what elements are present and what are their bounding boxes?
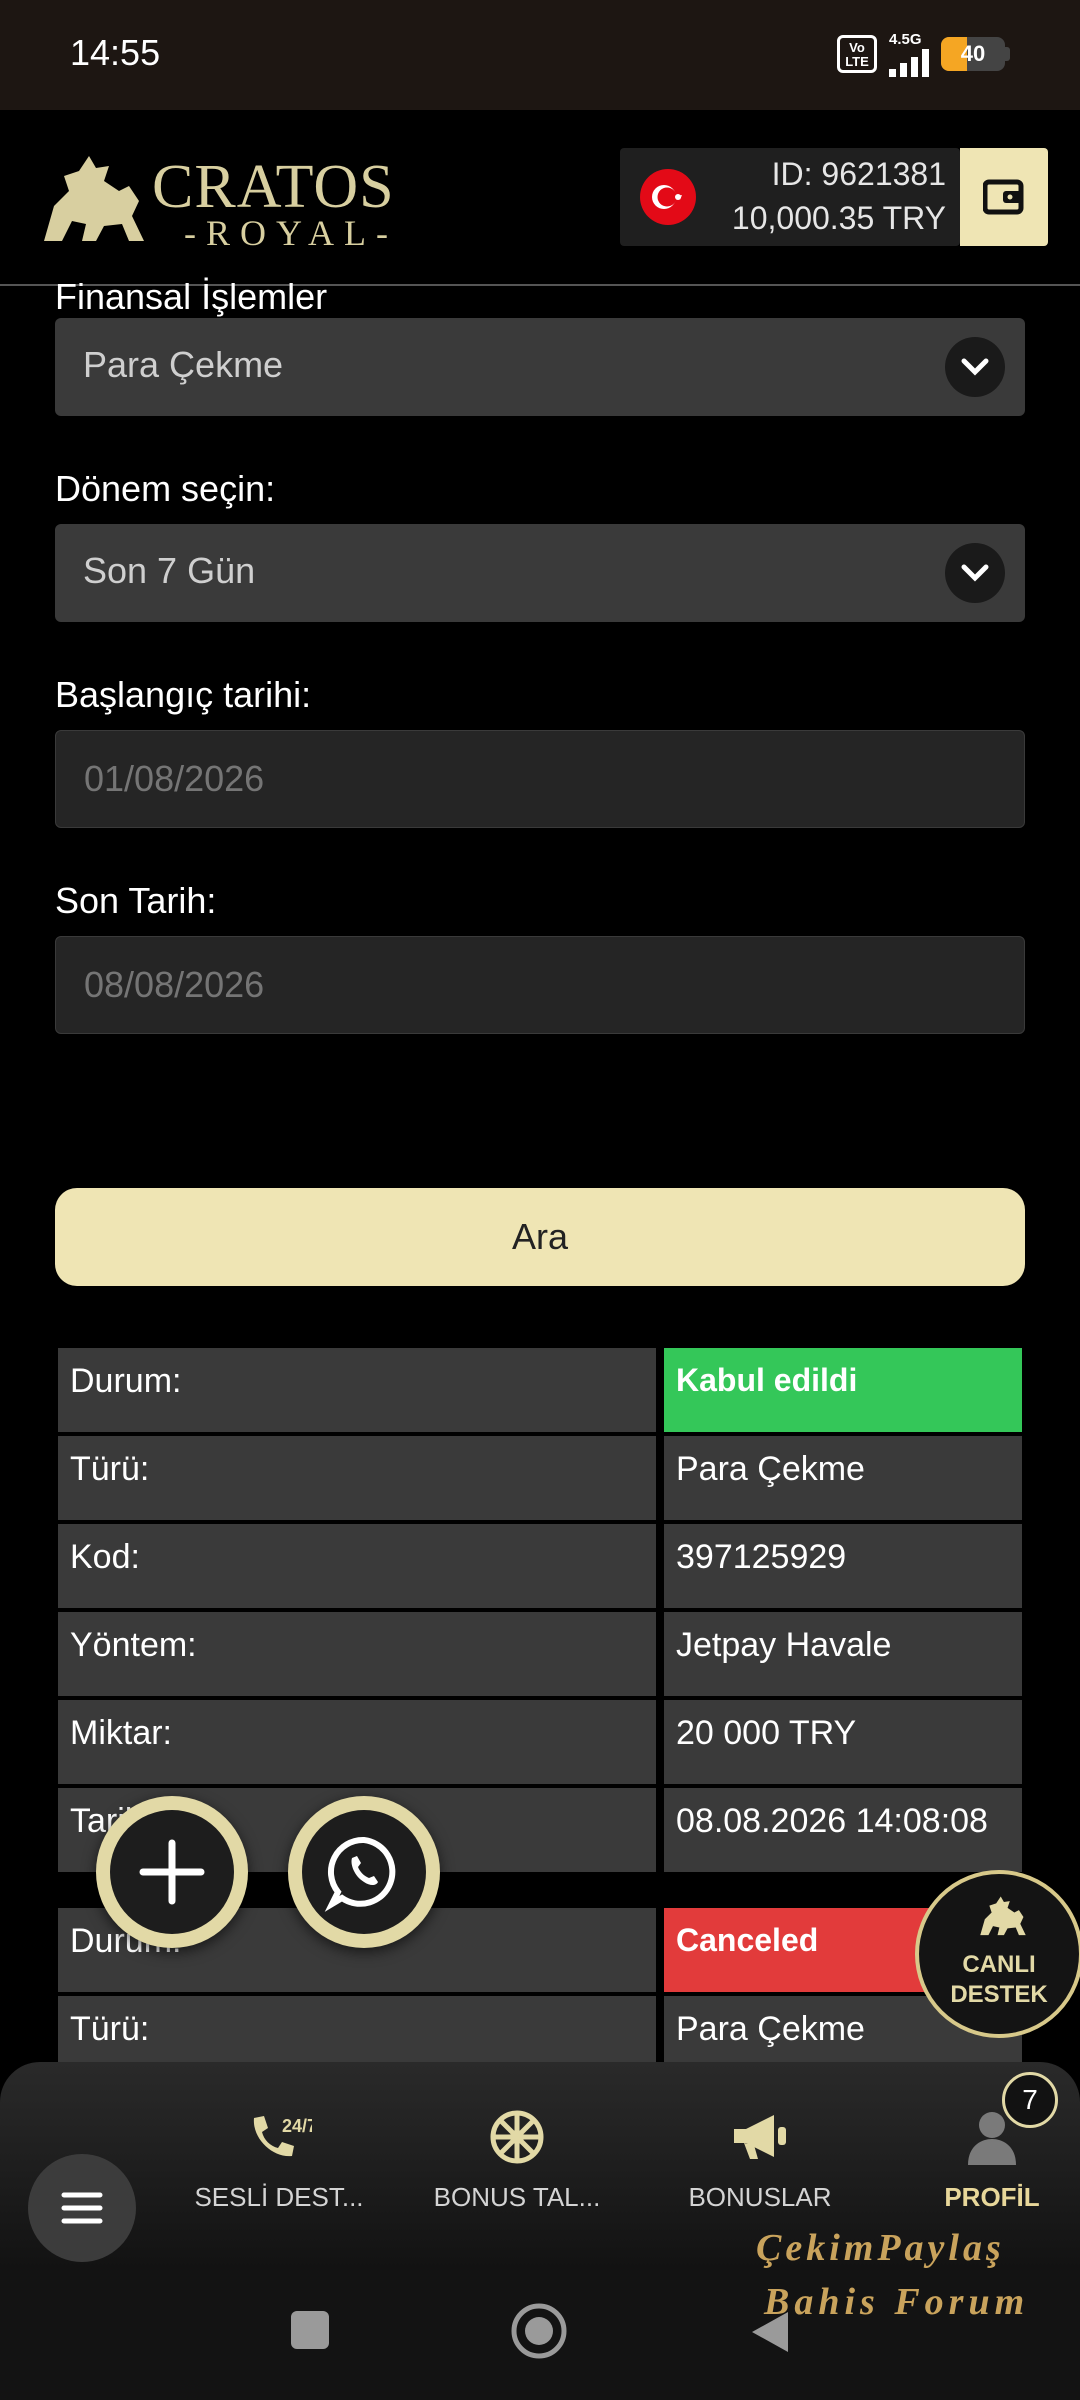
transaction-type-value: Para Çekme [83, 344, 284, 385]
volte-icon: Vo LTE [837, 35, 877, 73]
table-row: Türü: Para Çekme [58, 1436, 1022, 1520]
live-support-line2: DESTEK [950, 1981, 1048, 2008]
type-key: Türü: [58, 1436, 656, 1520]
nav-bonuses[interactable]: BONUSLAR [665, 2102, 855, 2213]
period-value: Son 7 Gün [83, 550, 256, 591]
network-indicator: 4.5G [889, 32, 929, 77]
lion-logo-icon [980, 1896, 1026, 1936]
status-icons: Vo LTE 4.5G 40 [837, 32, 1010, 77]
transaction-filter-form: Finansal İşlemler Para Çekme Dönem seçin… [55, 276, 1025, 1034]
battery-level: 40 [960, 41, 986, 66]
screen: 14:55 Vo LTE 4.5G 40 CRATOS -ROYAL- ID: … [0, 0, 1080, 2400]
wheel-icon [422, 2102, 612, 2172]
date-value: 08.08.2026 14:08:08 [664, 1788, 1022, 1872]
chevron-down-icon [945, 543, 1005, 603]
lion-logo-icon [44, 156, 144, 241]
recents-button[interactable] [288, 2308, 332, 2357]
plus-icon [139, 1839, 205, 1905]
battery-icon: 40 [941, 37, 1005, 71]
table-row: Kod: 397125929 [58, 1524, 1022, 1608]
whatsapp-icon [324, 1836, 396, 1912]
home-button[interactable] [510, 2302, 568, 2365]
status-bar: 14:55 Vo LTE 4.5G 40 [0, 0, 1080, 110]
app-header: CRATOS -ROYAL- ID: 9621381 10,000.35 TRY [0, 110, 1080, 286]
add-fab-button[interactable] [96, 1796, 248, 1948]
chevron-down-icon [945, 337, 1005, 397]
end-date-input[interactable] [55, 936, 1025, 1034]
end-date-label: Son Tarih: [55, 880, 217, 921]
account-summary[interactable]: ID: 9621381 10,000.35 TRY [620, 148, 960, 246]
live-support-label: CANLI DESTEK [919, 1950, 1079, 2010]
megaphone-icon [665, 2102, 855, 2172]
hamburger-icon [61, 2192, 103, 2224]
search-button[interactable]: Ara [55, 1188, 1025, 1286]
live-support-button[interactable]: CANLI DESTEK [915, 1870, 1080, 2038]
turkey-flag-icon [640, 169, 696, 225]
whatsapp-button[interactable] [288, 1796, 440, 1948]
status-badge: Kabul edildi [664, 1348, 1022, 1432]
wallet-icon [983, 179, 1024, 215]
nav-bonus-request[interactable]: BONUS TAL... [422, 2102, 612, 2213]
start-date-label: Başlangıç tarihi: [55, 674, 312, 715]
table-row: Durum: Kabul edildi [58, 1348, 1022, 1432]
transaction-card: Durum: Kabul edildi Türü: Para Çekme Kod… [58, 1348, 1022, 1876]
watermark-line2: Bahis Forum [764, 2281, 1030, 2323]
account-balance: 10,000.35 TRY [731, 200, 946, 236]
watermark-line1: ÇekimPaylaş [756, 2227, 1005, 2269]
status-time: 14:55 [70, 32, 161, 73]
nav-voice-support-label: SESLİ DEST... [194, 2182, 364, 2212]
wallet-button[interactable] [960, 148, 1048, 246]
menu-button[interactable] [28, 2154, 136, 2262]
live-support-line1: CANLI [962, 1951, 1036, 1978]
amount-value: 20 000 TRY [664, 1700, 1022, 1784]
transaction-type-select[interactable]: Para Çekme [55, 318, 1025, 416]
status-key: Durum: [58, 1348, 656, 1432]
table-row: Yöntem: Jetpay Havale [58, 1612, 1022, 1696]
method-key: Yöntem: [58, 1612, 656, 1696]
account-id: ID: 9621381 [771, 156, 946, 192]
nav-voice-support[interactable]: 24/7 SESLİ DEST... [184, 2102, 374, 2213]
battery-tip [1005, 47, 1010, 61]
network-type: 4.5G [889, 30, 922, 48]
nav-profile[interactable]: PROFİL [897, 2102, 1080, 2213]
start-date-input[interactable] [55, 730, 1025, 828]
logo-subtitle: -ROYAL- [184, 213, 398, 253]
period-select[interactable]: Son 7 Gün [55, 524, 1025, 622]
code-key: Kod: [58, 1524, 656, 1608]
nav-bonus-request-label: BONUS TAL... [433, 2182, 601, 2212]
svg-text:24/7: 24/7 [282, 2116, 312, 2136]
period-label: Dönem seçin: [55, 468, 276, 509]
code-value: 397125929 [664, 1524, 1022, 1608]
signal-icon [889, 47, 929, 77]
circle-home-icon [511, 2303, 567, 2359]
nav-profile-label: PROFİL [944, 2182, 1040, 2212]
cratos-royal-logo[interactable]: CRATOS -ROYAL- [34, 146, 434, 256]
table-row: Miktar: 20 000 TRY [58, 1700, 1022, 1784]
method-value: Jetpay Havale [664, 1612, 1022, 1696]
type-value: Para Çekme [664, 1436, 1022, 1520]
square-icon [291, 2311, 329, 2349]
nav-bonuses-label: BONUSLAR [688, 2182, 832, 2212]
notification-count-badge: 7 [1002, 2072, 1058, 2128]
amount-key: Miktar: [58, 1700, 656, 1784]
phone-24-7-icon: 24/7 [184, 2102, 374, 2172]
section-label: Finansal İşlemler [55, 276, 328, 317]
